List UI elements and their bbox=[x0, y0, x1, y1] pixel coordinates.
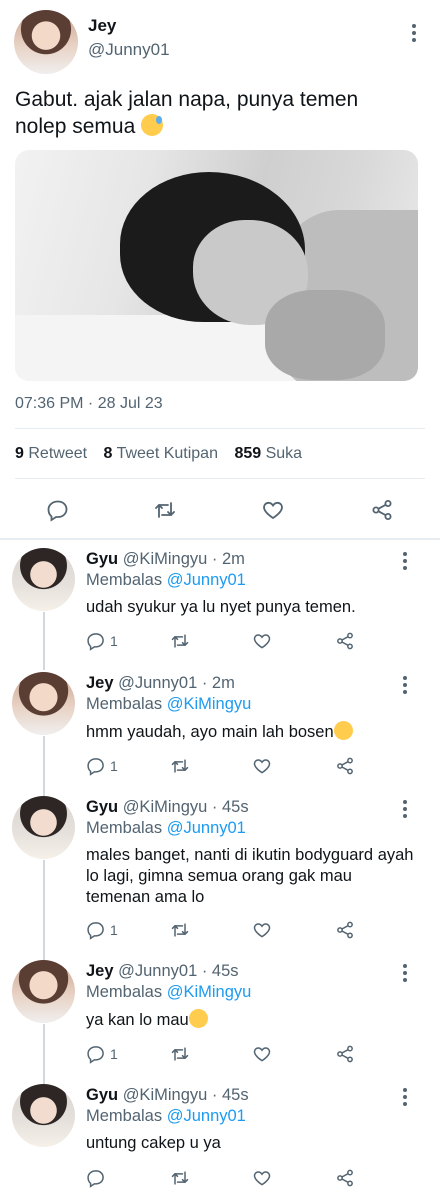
thread-line bbox=[43, 612, 45, 670]
more-options-icon[interactable] bbox=[403, 552, 407, 573]
reply-text: ya kan lo mau bbox=[86, 1009, 416, 1031]
reply-icon[interactable]: 1 bbox=[86, 918, 118, 942]
like-icon[interactable] bbox=[252, 754, 272, 778]
reply-author-name[interactable]: Jey bbox=[86, 674, 114, 692]
author-handle[interactable]: @Junny01 bbox=[88, 40, 170, 60]
reply-text: udah syukur ya lu nyet punya temen. bbox=[86, 598, 356, 616]
thread-line bbox=[43, 1024, 45, 1084]
retweet-icon[interactable] bbox=[170, 1042, 190, 1066]
replying-label: Membalas bbox=[86, 983, 163, 1001]
reply-actions: 1 bbox=[86, 918, 376, 942]
reply-handle[interactable]: @KiMingyu · 45s bbox=[123, 1086, 249, 1104]
more-options-icon[interactable] bbox=[403, 1088, 407, 1109]
replying-label: Membalas bbox=[86, 1107, 163, 1125]
like-icon[interactable] bbox=[252, 1166, 272, 1190]
avatar[interactable] bbox=[12, 1084, 75, 1147]
pensive-face-icon bbox=[333, 721, 353, 740]
mention-link[interactable]: @KiMingyu bbox=[167, 983, 252, 1001]
reply-handle[interactable]: @KiMingyu · 2m bbox=[123, 550, 245, 568]
thread-line bbox=[43, 736, 45, 796]
author-name[interactable]: Jey bbox=[88, 16, 116, 36]
thread-line bbox=[43, 860, 45, 960]
reply-actions bbox=[86, 1166, 376, 1190]
avatar[interactable] bbox=[12, 796, 75, 859]
reply-handle[interactable]: @Junny01 · 2m bbox=[118, 674, 235, 692]
reply-count: 1 bbox=[110, 922, 118, 938]
divider bbox=[15, 428, 425, 429]
reply-count: 1 bbox=[110, 633, 118, 649]
reply-text-content: ya kan lo mau bbox=[86, 1011, 189, 1029]
share-icon[interactable] bbox=[335, 918, 355, 942]
tweet-photo[interactable] bbox=[15, 150, 418, 381]
like-icon[interactable] bbox=[253, 490, 293, 530]
share-icon[interactable] bbox=[362, 490, 402, 530]
replying-label: Membalas bbox=[86, 695, 163, 713]
tweet-stats: 9 Retweet 8 Tweet Kutipan 859 Suka bbox=[15, 445, 302, 463]
retweet-icon[interactable] bbox=[170, 1166, 190, 1190]
avatar[interactable] bbox=[12, 960, 75, 1023]
reply-actions: 1 bbox=[86, 629, 376, 653]
divider bbox=[15, 478, 425, 479]
more-options-icon[interactable] bbox=[412, 24, 416, 45]
share-icon[interactable] bbox=[335, 1166, 355, 1190]
mention-link[interactable]: @Junny01 bbox=[167, 819, 246, 837]
retweet-icon[interactable] bbox=[170, 629, 190, 653]
reply-text: untung cakep u ya bbox=[86, 1134, 221, 1152]
reply-icon[interactable]: 1 bbox=[86, 629, 118, 653]
reply-author-name[interactable]: Gyu bbox=[86, 1086, 118, 1104]
reply-icon[interactable]: 1 bbox=[86, 754, 118, 778]
retweet-stat[interactable]: 9 Retweet bbox=[15, 445, 87, 462]
reply-icon[interactable] bbox=[38, 490, 78, 530]
more-options-icon[interactable] bbox=[403, 964, 407, 985]
pensive-face-icon bbox=[188, 1009, 208, 1028]
tweet-text-content: Gabut. ajak jalan napa, punya temen nole… bbox=[15, 88, 359, 138]
divider bbox=[0, 538, 440, 540]
reply-text: hmm yaudah, ayo main lah bosen bbox=[86, 721, 416, 743]
reply-icon[interactable]: 1 bbox=[86, 1042, 118, 1066]
reply-icon[interactable] bbox=[86, 1166, 110, 1190]
reply-handle[interactable]: @Junny01 · 45s bbox=[118, 962, 238, 980]
reply-author-name[interactable]: Gyu bbox=[86, 798, 118, 816]
like-stat[interactable]: 859 Suka bbox=[234, 445, 302, 462]
avatar[interactable] bbox=[14, 10, 78, 74]
quote-stat[interactable]: 8 Tweet Kutipan bbox=[104, 445, 218, 462]
share-icon[interactable] bbox=[335, 1042, 355, 1066]
like-icon[interactable] bbox=[252, 629, 272, 653]
share-icon[interactable] bbox=[335, 629, 355, 653]
reply-text: males banget, nanti di ikutin bodyguard … bbox=[86, 846, 414, 906]
reply-text-content: hmm yaudah, ayo main lah bosen bbox=[86, 723, 334, 741]
like-icon[interactable] bbox=[252, 918, 272, 942]
mention-link[interactable]: @Junny01 bbox=[167, 1107, 246, 1125]
tweet-timestamp[interactable]: 07:36 PM · 28 Jul 23 bbox=[15, 395, 163, 413]
reply-count: 1 bbox=[110, 1046, 118, 1062]
retweet-icon[interactable] bbox=[170, 918, 190, 942]
reply-actions: 1 bbox=[86, 754, 376, 778]
reply-handle[interactable]: @KiMingyu · 45s bbox=[123, 798, 249, 816]
replying-label: Membalas bbox=[86, 819, 163, 837]
downcast-face-with-sweat-icon bbox=[141, 114, 164, 136]
tweet-actions bbox=[0, 490, 440, 530]
like-icon[interactable] bbox=[252, 1042, 272, 1066]
mention-link[interactable]: @Junny01 bbox=[167, 571, 246, 589]
reply-author-name[interactable]: Gyu bbox=[86, 550, 118, 568]
reply-author-name[interactable]: Jey bbox=[86, 962, 114, 980]
tweet-text: Gabut. ajak jalan napa, punya temen nole… bbox=[15, 86, 415, 140]
share-icon[interactable] bbox=[335, 754, 355, 778]
replying-label: Membalas bbox=[86, 571, 163, 589]
more-options-icon[interactable] bbox=[403, 800, 407, 821]
more-options-icon[interactable] bbox=[403, 676, 407, 697]
reply-actions: 1 bbox=[86, 1042, 376, 1066]
avatar[interactable] bbox=[12, 672, 75, 735]
avatar[interactable] bbox=[12, 548, 75, 611]
reply-count: 1 bbox=[110, 758, 118, 774]
mention-link[interactable]: @KiMingyu bbox=[167, 695, 252, 713]
retweet-icon[interactable] bbox=[145, 490, 185, 530]
retweet-icon[interactable] bbox=[170, 754, 190, 778]
